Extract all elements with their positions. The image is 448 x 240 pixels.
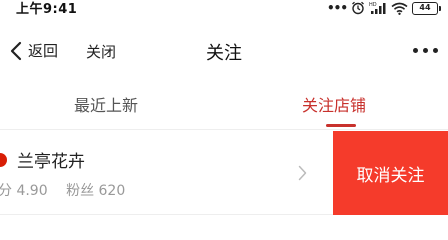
shop-fans: 粉丝 620: [66, 183, 126, 199]
list-item[interactable]: 兰亭花卉 分 4.90 粉丝 620 取消关注: [0, 131, 448, 215]
status-dots: •••: [326, 1, 348, 15]
status-bar: 上午9:41 ••• HD 44: [0, 0, 448, 18]
tab-followed-shops[interactable]: 关注店铺: [302, 92, 366, 116]
unfollow-button[interactable]: 取消关注: [333, 131, 448, 215]
status-icons: ••• HD 44: [326, 0, 441, 16]
shop-score: 分 4.90: [0, 183, 48, 199]
svg-text:HD: HD: [369, 2, 377, 8]
more-icon[interactable]: [413, 48, 438, 53]
battery-icon: 44: [412, 1, 441, 15]
wifi-icon: [391, 2, 408, 15]
alarm-icon: [352, 1, 364, 15]
shop-name: 兰亭花卉: [17, 152, 85, 172]
signal-icon: HD: [369, 2, 386, 14]
tab-recent[interactable]: 最近上新: [74, 92, 138, 116]
status-time: 上午9:41: [16, 2, 78, 17]
nav-bar: 返回 关闭 关注: [0, 28, 448, 74]
shop-stats: 分 4.90 粉丝 620: [0, 180, 139, 200]
tab-active-indicator: [326, 124, 356, 127]
chevron-right-icon[interactable]: [298, 165, 307, 181]
tab-bar: 最近上新 关注店铺: [0, 80, 448, 130]
page-title: 关注: [206, 43, 242, 64]
shop-logo: [0, 153, 7, 167]
